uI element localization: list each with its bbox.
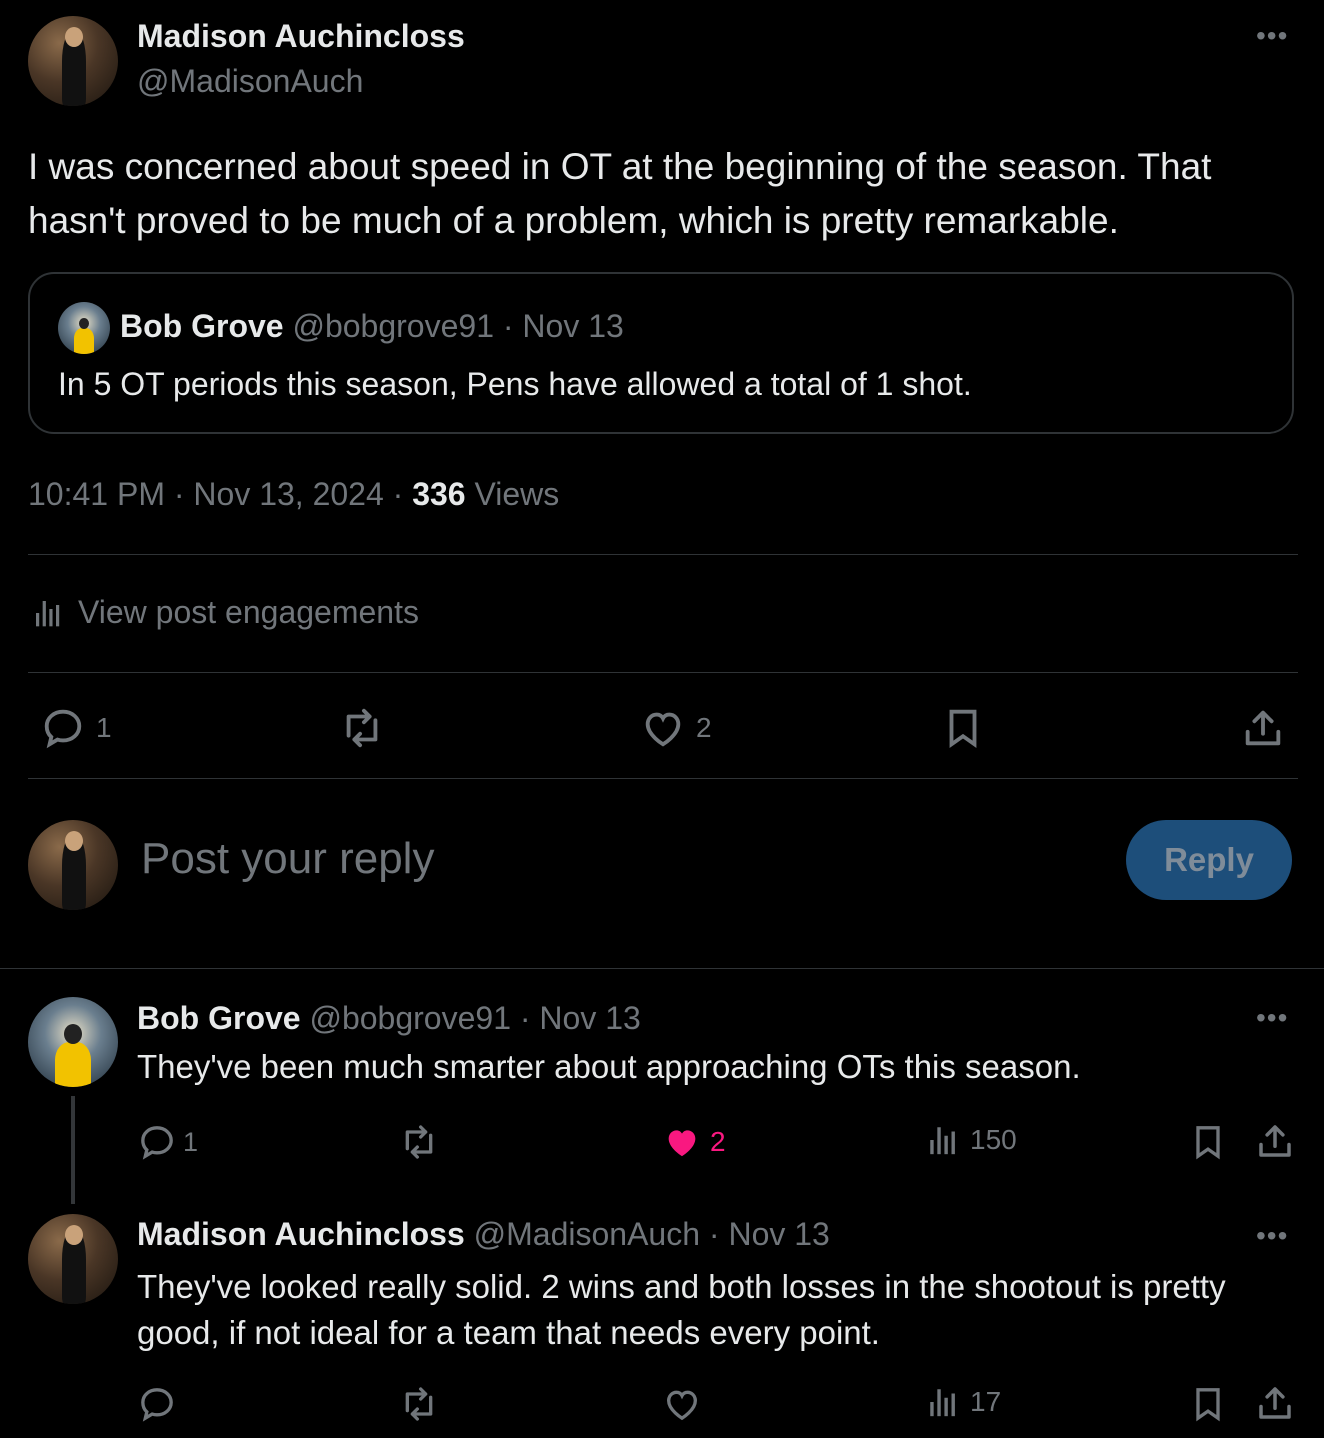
share-action[interactable]	[1254, 1120, 1296, 1162]
bookmark-icon	[1188, 1122, 1228, 1162]
like-count: 2	[710, 1126, 726, 1157]
like-action[interactable]	[662, 1384, 702, 1424]
reply-icon	[137, 1384, 177, 1424]
reply-button[interactable]: Reply	[1126, 820, 1292, 900]
repost-icon	[398, 1384, 440, 1424]
repost-action[interactable]	[398, 1122, 440, 1162]
reply-text: They've been much smarter about approach…	[137, 1048, 1081, 1085]
repost-icon	[398, 1122, 440, 1162]
post-meta: 10:41 PM · Nov 13, 2024 · 336 Views	[28, 476, 559, 513]
views-count: 150	[970, 1124, 1017, 1155]
reply-author-handle[interactable]: @MadisonAuch	[474, 1216, 700, 1252]
reply-date[interactable]: · Nov 13	[709, 1216, 830, 1252]
like-action[interactable]: 2	[662, 1122, 726, 1162]
reply-action[interactable]: 1	[137, 1122, 198, 1162]
author-handle[interactable]: @MadisonAuch	[137, 63, 363, 100]
reply-action[interactable]: 1	[40, 705, 112, 751]
post-text: I was concerned about speed in OT at the…	[28, 146, 1212, 241]
heart-icon	[662, 1384, 702, 1424]
share-icon	[1254, 1120, 1296, 1162]
bookmark-action[interactable]	[1188, 1122, 1228, 1162]
view-engagements-link[interactable]: View post engagements	[32, 594, 419, 631]
author-name[interactable]: Madison Auchincloss	[137, 18, 465, 55]
reply-avatar[interactable]	[28, 997, 118, 1087]
reply-header: Bob Grove @bobgrove91 · Nov 13	[137, 1000, 641, 1037]
reply-author-name[interactable]: Bob Grove	[137, 1000, 301, 1036]
analytics-icon	[926, 1384, 960, 1420]
analytics-icon	[32, 597, 64, 629]
quote-date: · Nov 13	[502, 308, 624, 344]
quote-author-name: Bob Grove	[120, 308, 284, 344]
composer-avatar	[28, 820, 118, 910]
share-action[interactable]	[1240, 705, 1286, 751]
quote-author-handle: @bobgrove91	[292, 308, 494, 344]
reply-count: 1	[183, 1126, 199, 1157]
views-label: Views	[465, 476, 560, 512]
share-icon	[1254, 1382, 1296, 1424]
views-count: 17	[970, 1386, 1002, 1417]
section-divider	[0, 968, 1324, 969]
engagements-label: View post engagements	[78, 594, 419, 630]
heart-icon	[640, 705, 686, 751]
divider	[28, 778, 1298, 779]
divider	[28, 672, 1298, 673]
reply-action[interactable]	[137, 1384, 177, 1424]
quote-author-avatar	[58, 302, 110, 354]
views-action[interactable]: 17	[926, 1384, 1001, 1420]
views-count: 336	[412, 476, 466, 512]
views-action[interactable]: 150	[926, 1122, 1017, 1158]
repost-action[interactable]	[338, 705, 386, 751]
thread-line	[71, 1096, 75, 1204]
divider	[28, 554, 1298, 555]
reply-input[interactable]: Post your reply	[141, 834, 434, 884]
bookmark-icon	[1188, 1384, 1228, 1424]
quote-text: In 5 OT periods this season, Pens have a…	[58, 366, 972, 402]
repost-icon	[338, 705, 386, 751]
more-icon[interactable]: •••	[1256, 22, 1288, 50]
reply-author-handle[interactable]: @bobgrove91	[309, 1000, 511, 1036]
share-action[interactable]	[1254, 1382, 1296, 1424]
heart-filled-icon	[662, 1122, 702, 1162]
bookmark-action[interactable]	[940, 705, 986, 751]
reply-date[interactable]: · Nov 13	[520, 1000, 641, 1036]
bookmark-action[interactable]	[1188, 1384, 1228, 1424]
reply-avatar[interactable]	[28, 1214, 118, 1304]
post-timestamp[interactable]: 10:41 PM · Nov 13, 2024 ·	[28, 476, 412, 512]
reply-author-name[interactable]: Madison Auchincloss	[137, 1216, 465, 1252]
like-count: 2	[696, 712, 712, 743]
reply-header: Madison Auchincloss @MadisonAuch · Nov 1…	[137, 1216, 830, 1253]
quoted-post[interactable]: Bob Grove @bobgrove91 · Nov 13 In 5 OT p…	[28, 272, 1294, 434]
more-icon[interactable]: •••	[1256, 1222, 1288, 1250]
reply-count: 1	[96, 712, 112, 743]
like-action[interactable]: 2	[640, 705, 712, 751]
repost-action[interactable]	[398, 1384, 440, 1424]
more-icon[interactable]: •••	[1256, 1004, 1288, 1032]
reply-icon	[40, 705, 86, 751]
author-avatar[interactable]	[28, 16, 118, 106]
reply-text: They've looked really solid. 2 wins and …	[137, 1268, 1226, 1351]
bookmark-icon	[940, 705, 986, 751]
analytics-icon	[926, 1122, 960, 1158]
reply-icon	[137, 1122, 177, 1162]
share-icon	[1240, 705, 1286, 751]
